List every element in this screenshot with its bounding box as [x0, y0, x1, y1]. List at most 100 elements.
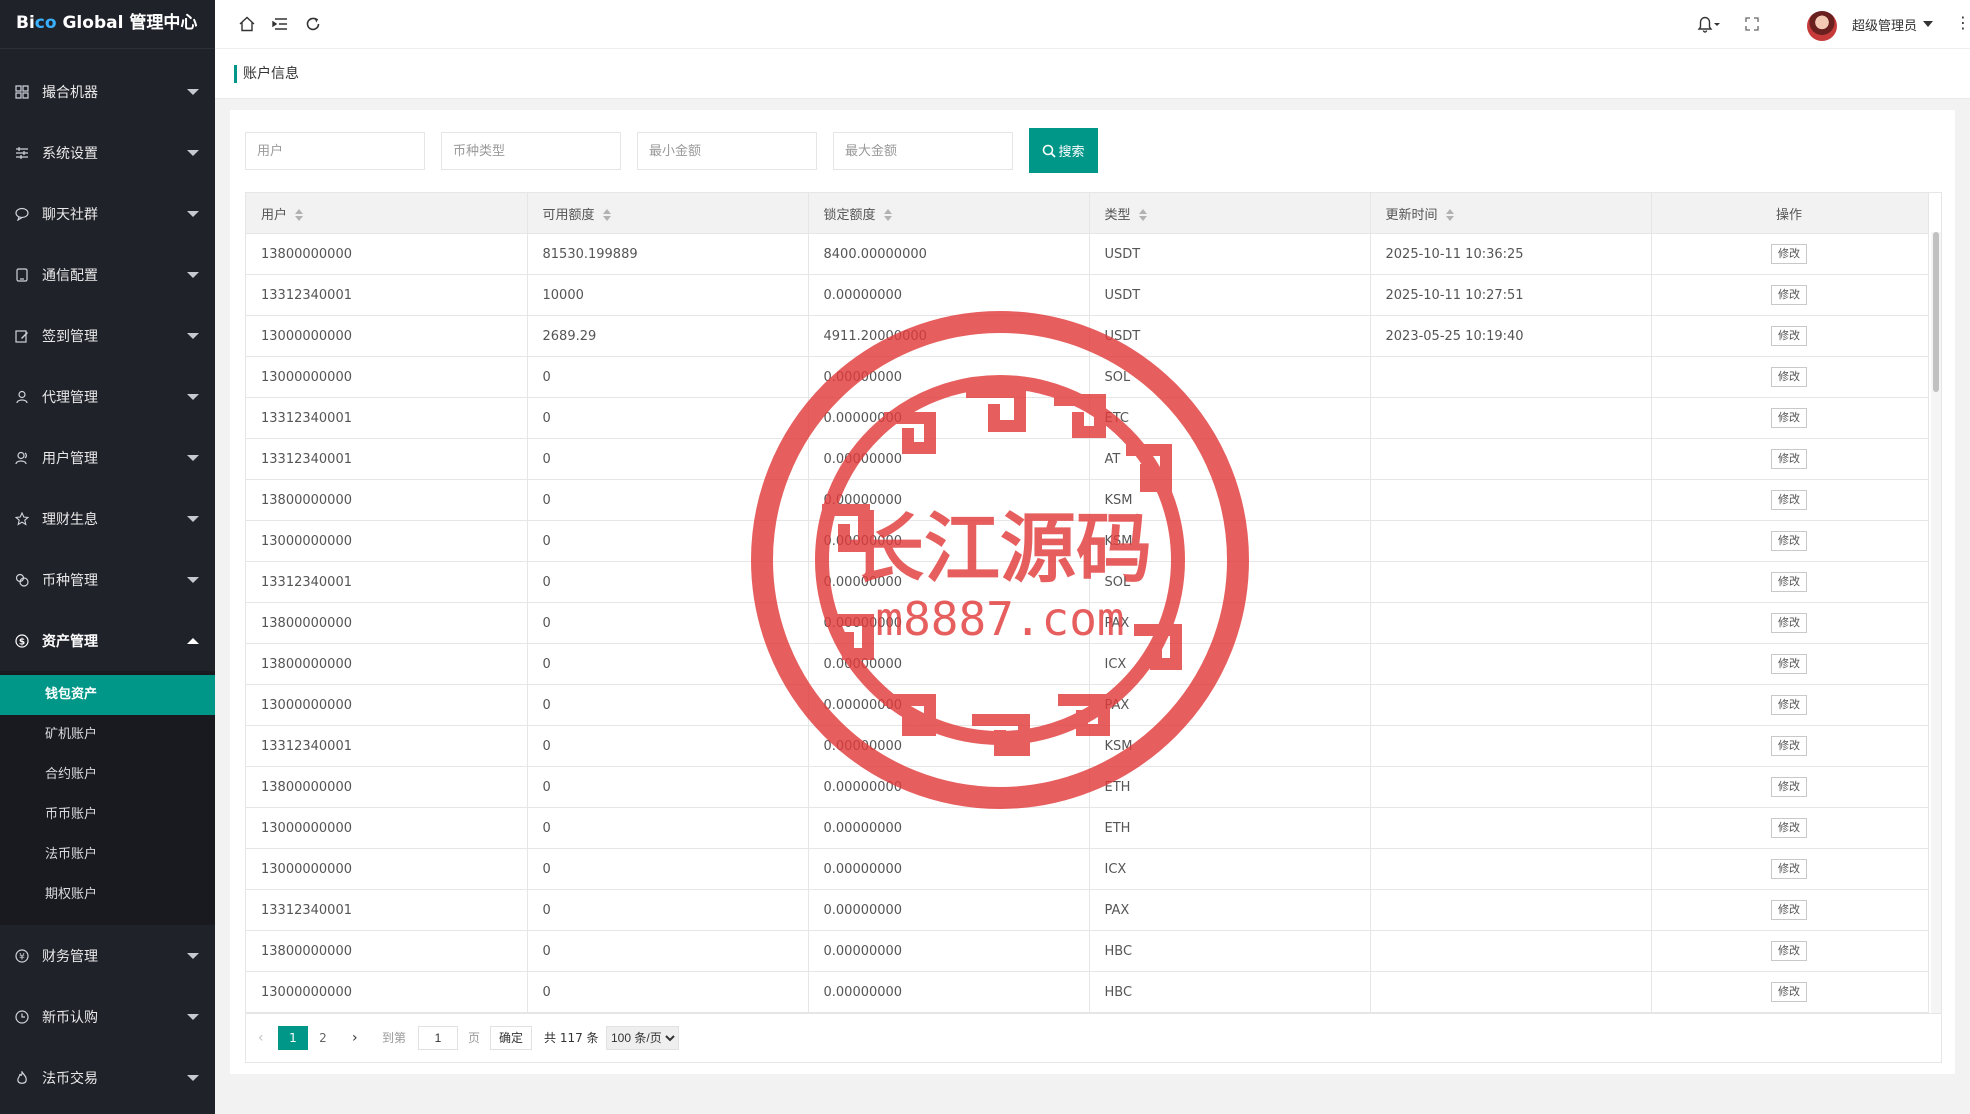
edit-button[interactable]: 修改 [1771, 367, 1807, 387]
total-count: 共 117 条 [544, 1031, 599, 1045]
sidebar-item-10[interactable]: $ 资产管理 [0, 610, 215, 671]
table-cell: 0 [527, 438, 809, 480]
submenu-item-6[interactable]: 期权账户 [0, 875, 215, 915]
fullscreen-icon[interactable] [1738, 10, 1766, 38]
column-header-3[interactable]: 锁定额度 [808, 193, 1090, 234]
next-page-icon[interactable]: › [352, 1026, 358, 1050]
edit-button[interactable]: 修改 [1771, 859, 1807, 879]
scrollbar-thumb[interactable] [1933, 232, 1939, 392]
table-cell [1370, 725, 1652, 767]
confirm-page-button[interactable]: 确定 [490, 1026, 533, 1050]
submenu-item-2[interactable]: 矿机账户 [0, 715, 215, 755]
submenu-item-1[interactable]: 钱包资产 [0, 675, 215, 715]
table-cell: 0 [527, 930, 809, 972]
sort-icon[interactable] [883, 209, 892, 221]
sidebar-menu: 撮合机器系统设置 聊天社群 通信配置 签到管理 代理管理 用户管理 理财生息 币种管理 $ 资产管… [0, 61, 215, 1108]
notification-bell-icon[interactable] [1695, 10, 1723, 38]
search-button-label: 搜索 [1058, 145, 1085, 160]
edit-button[interactable]: 修改 [1771, 695, 1807, 715]
app-logo[interactable]: Bico Global 管理中心 [0, 0, 215, 48]
menu-toggle-icon[interactable] [266, 10, 294, 38]
edit-button[interactable]: 修改 [1771, 490, 1807, 510]
sort-icon[interactable] [1445, 209, 1454, 221]
submenu-item-5[interactable]: 法币账户 [0, 835, 215, 875]
home-icon[interactable] [233, 10, 261, 38]
page-size-select[interactable]: 100 条/页 [606, 1026, 679, 1050]
action-cell: 修改 [1651, 315, 1929, 357]
chevron-down-icon [187, 211, 199, 217]
logo-highlight: co [34, 13, 57, 33]
edit-button[interactable]: 修改 [1771, 531, 1807, 551]
table-cell [1370, 520, 1652, 562]
sidebar-item-11[interactable]: ¥ 财务管理 [0, 925, 215, 986]
user-dropdown-arrow-icon[interactable] [1923, 21, 1933, 27]
sort-icon[interactable] [602, 209, 611, 221]
sort-icon[interactable] [295, 209, 304, 221]
edit-button[interactable]: 修改 [1771, 408, 1807, 428]
table-row: 13000000000 0 0.00000000 ETH 修改 [246, 807, 1929, 849]
sidebar-item-4[interactable]: 通信配置 [0, 244, 215, 305]
table-row: 13312340001 0 0.00000000 PAX 修改 [246, 889, 1929, 931]
more-options-icon[interactable]: ⋮ [1955, 13, 1970, 32]
sidebar-item-13[interactable]: 法币交易 [0, 1047, 215, 1108]
table-scrollbar[interactable] [1931, 232, 1941, 1013]
table-cell: ETH [1089, 807, 1371, 849]
currency-type-input[interactable] [441, 132, 621, 170]
sidebar-item-12[interactable]: 新币认购 [0, 986, 215, 1047]
sidebar-item-8[interactable]: 理财生息 [0, 488, 215, 549]
user-search-input[interactable] [245, 132, 425, 170]
table-cell: 0.00000000 [808, 274, 1090, 316]
submenu-item-3[interactable]: 合约账户 [0, 755, 215, 795]
edit-button[interactable]: 修改 [1771, 285, 1807, 305]
table-row: 13000000000 2689.29 4911.20000000 USDT 2023-… [246, 315, 1929, 357]
edit-button[interactable]: 修改 [1771, 736, 1807, 756]
accounts-table: 用户 可用额度 锁定额度 类型 更新时间 操作 13800000000 81530.1998… [246, 193, 1929, 1013]
page-number-input[interactable] [418, 1026, 458, 1050]
page-2-button[interactable]: 2 [308, 1026, 338, 1050]
sidebar-item-3[interactable]: 聊天社群 [0, 183, 215, 244]
column-header-1[interactable]: 用户 [246, 193, 528, 234]
sidebar-item-7[interactable]: 用户管理 [0, 427, 215, 488]
edit-button[interactable]: 修改 [1771, 941, 1807, 961]
column-header-4[interactable]: 类型 [1089, 193, 1371, 234]
page-1-button[interactable]: 1 [278, 1026, 308, 1050]
edit-button[interactable]: 修改 [1771, 900, 1807, 920]
avatar[interactable] [1807, 11, 1837, 41]
tablet-icon [14, 267, 30, 283]
sliders-icon [14, 145, 30, 161]
edit-button[interactable]: 修改 [1771, 572, 1807, 592]
sidebar-item-6[interactable]: 代理管理 [0, 366, 215, 427]
max-amount-input[interactable] [833, 132, 1013, 170]
username-label[interactable]: 超级管理员 [1852, 15, 1917, 34]
sidebar-item-9[interactable]: 币种管理 [0, 549, 215, 610]
sidebar-item-1[interactable]: 撮合机器 [0, 61, 215, 122]
column-header-5[interactable]: 更新时间 [1370, 193, 1652, 234]
top-header: 超级管理员 ⋮ [215, 0, 1970, 49]
min-amount-input[interactable] [637, 132, 817, 170]
search-button[interactable]: 搜索 [1029, 128, 1098, 173]
edit-button[interactable]: 修改 [1771, 326, 1807, 346]
sort-icon[interactable] [1138, 209, 1147, 221]
refresh-icon[interactable] [299, 10, 327, 38]
edit-button[interactable]: 修改 [1771, 613, 1807, 633]
edit-button[interactable]: 修改 [1771, 982, 1807, 1002]
edit-button[interactable]: 修改 [1771, 449, 1807, 469]
table-cell [1370, 602, 1652, 644]
clock-icon [14, 1009, 30, 1025]
edit-button[interactable]: 修改 [1771, 818, 1807, 838]
table-cell: 13000000000 [246, 315, 528, 357]
sidebar-item-label: 撮合机器 [42, 84, 98, 101]
table-cell: 0.00000000 [808, 397, 1090, 439]
sidebar-item-2[interactable]: 系统设置 [0, 122, 215, 183]
chevron-down-icon [187, 953, 199, 959]
edit-button[interactable]: 修改 [1771, 654, 1807, 674]
table-cell: 13800000000 [246, 930, 528, 972]
prev-page-icon[interactable]: ‹ [258, 1026, 264, 1050]
column-header-2[interactable]: 可用额度 [527, 193, 809, 234]
edit-button[interactable]: 修改 [1771, 244, 1807, 264]
column-header-label: 类型 [1104, 207, 1131, 223]
edit-button[interactable]: 修改 [1771, 777, 1807, 797]
sidebar-item-5[interactable]: 签到管理 [0, 305, 215, 366]
table-cell [1370, 971, 1652, 1013]
submenu-item-4[interactable]: 币币账户 [0, 795, 215, 835]
